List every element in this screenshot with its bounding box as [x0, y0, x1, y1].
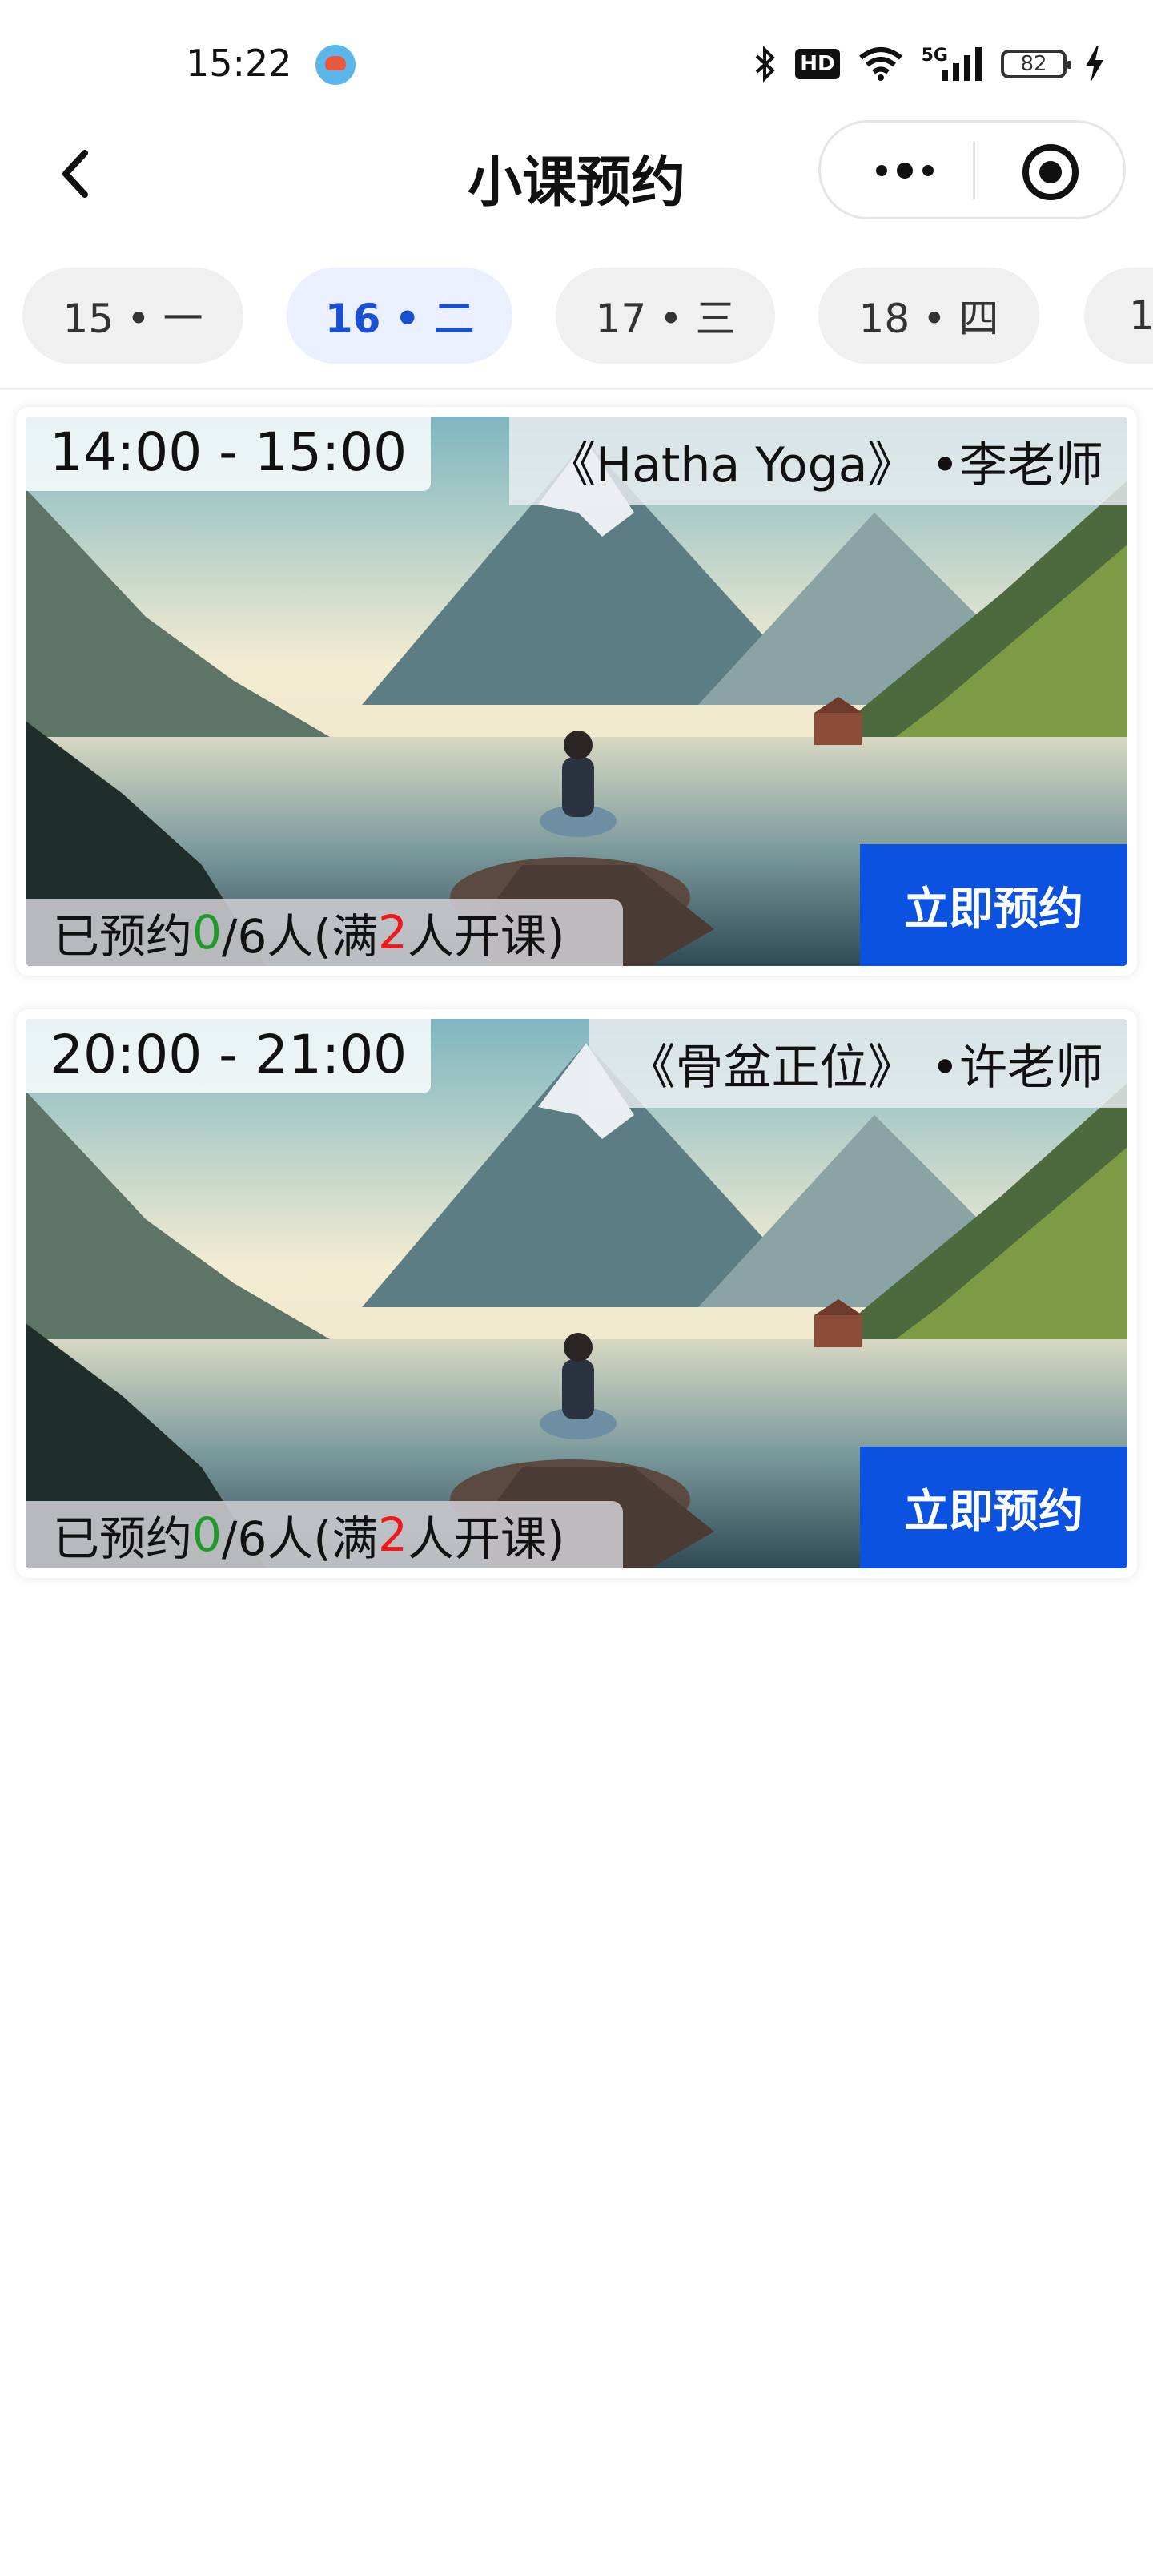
course-image: 20:00 - 21:00 《骨盆正位》 •许老师 已预约 0/6人(满 2 人开课)…: [26, 1019, 1127, 1568]
booked-number: 0: [192, 1507, 222, 1562]
count-mid: /6人(满: [221, 909, 378, 964]
course-name: 《Hatha Yoga》 •李老师: [509, 417, 1127, 505]
book-now-button[interactable]: 立即预约: [860, 844, 1127, 966]
booking-count: 已预约 0/6人(满 2 人开课): [26, 1501, 623, 1568]
charging-icon: [1084, 46, 1105, 83]
hd-icon: HD: [795, 49, 840, 79]
min-number: 2: [378, 1507, 408, 1562]
more-dots-icon[interactable]: [853, 147, 957, 195]
count-suffix: 人开课): [407, 909, 565, 964]
course-time: 14:00 - 15:00: [26, 417, 432, 491]
count-prefix: 已预约: [53, 909, 193, 964]
booked-number: 0: [192, 905, 222, 960]
course-image: 14:00 - 15:00 《Hatha Yoga》 •李老师 已预约 0/6人(…: [26, 417, 1127, 966]
app-icon: [315, 45, 356, 85]
bluetooth-icon: [753, 45, 777, 83]
date-tab-15[interactable]: 15 • 一: [22, 268, 243, 364]
record-target-icon[interactable]: [1022, 144, 1079, 200]
count-mid: /6人(满: [221, 1511, 378, 1566]
date-tab-16[interactable]: 16 • 二: [287, 268, 512, 364]
course-card[interactable]: 14:00 - 15:00 《Hatha Yoga》 •李老师 已预约 0/6人(…: [16, 407, 1137, 976]
course-card[interactable]: 20:00 - 21:00 《骨盆正位》 •许老师 已预约 0/6人(满 2 人开课)…: [16, 1009, 1137, 1578]
status-time: 15:22: [186, 42, 292, 85]
booking-count: 已预约 0/6人(满 2 人开课): [26, 899, 623, 966]
mini-program-capsule: [818, 120, 1126, 219]
course-name: 《骨盆正位》 •许老师: [589, 1019, 1127, 1108]
date-tab-17[interactable]: 17 • 三: [556, 268, 775, 364]
status-bar: 15:22 HD 5G 82: [0, 0, 1153, 120]
min-number: 2: [378, 905, 408, 960]
course-time: 20:00 - 21:00: [26, 1019, 432, 1093]
divider: [0, 388, 1153, 390]
battery-icon: 82: [1001, 50, 1071, 78]
status-icons: HD 5G 82: [753, 40, 1105, 88]
date-tab-18[interactable]: 18 • 四: [818, 268, 1039, 364]
count-prefix: 已预约: [53, 1511, 193, 1566]
date-tab-19[interactable]: 19: [1084, 268, 1153, 364]
capsule-divider: [973, 142, 975, 199]
book-now-button[interactable]: 立即预约: [860, 1447, 1127, 1568]
count-suffix: 人开课): [407, 1511, 565, 1566]
date-tabs: 15 • 一 16 • 二 17 • 三 18 • 四 19: [0, 268, 1153, 367]
wifi-icon: [858, 46, 904, 82]
signal-icon: 5G: [922, 47, 983, 81]
nav-bar: 小课预约: [0, 120, 1153, 224]
